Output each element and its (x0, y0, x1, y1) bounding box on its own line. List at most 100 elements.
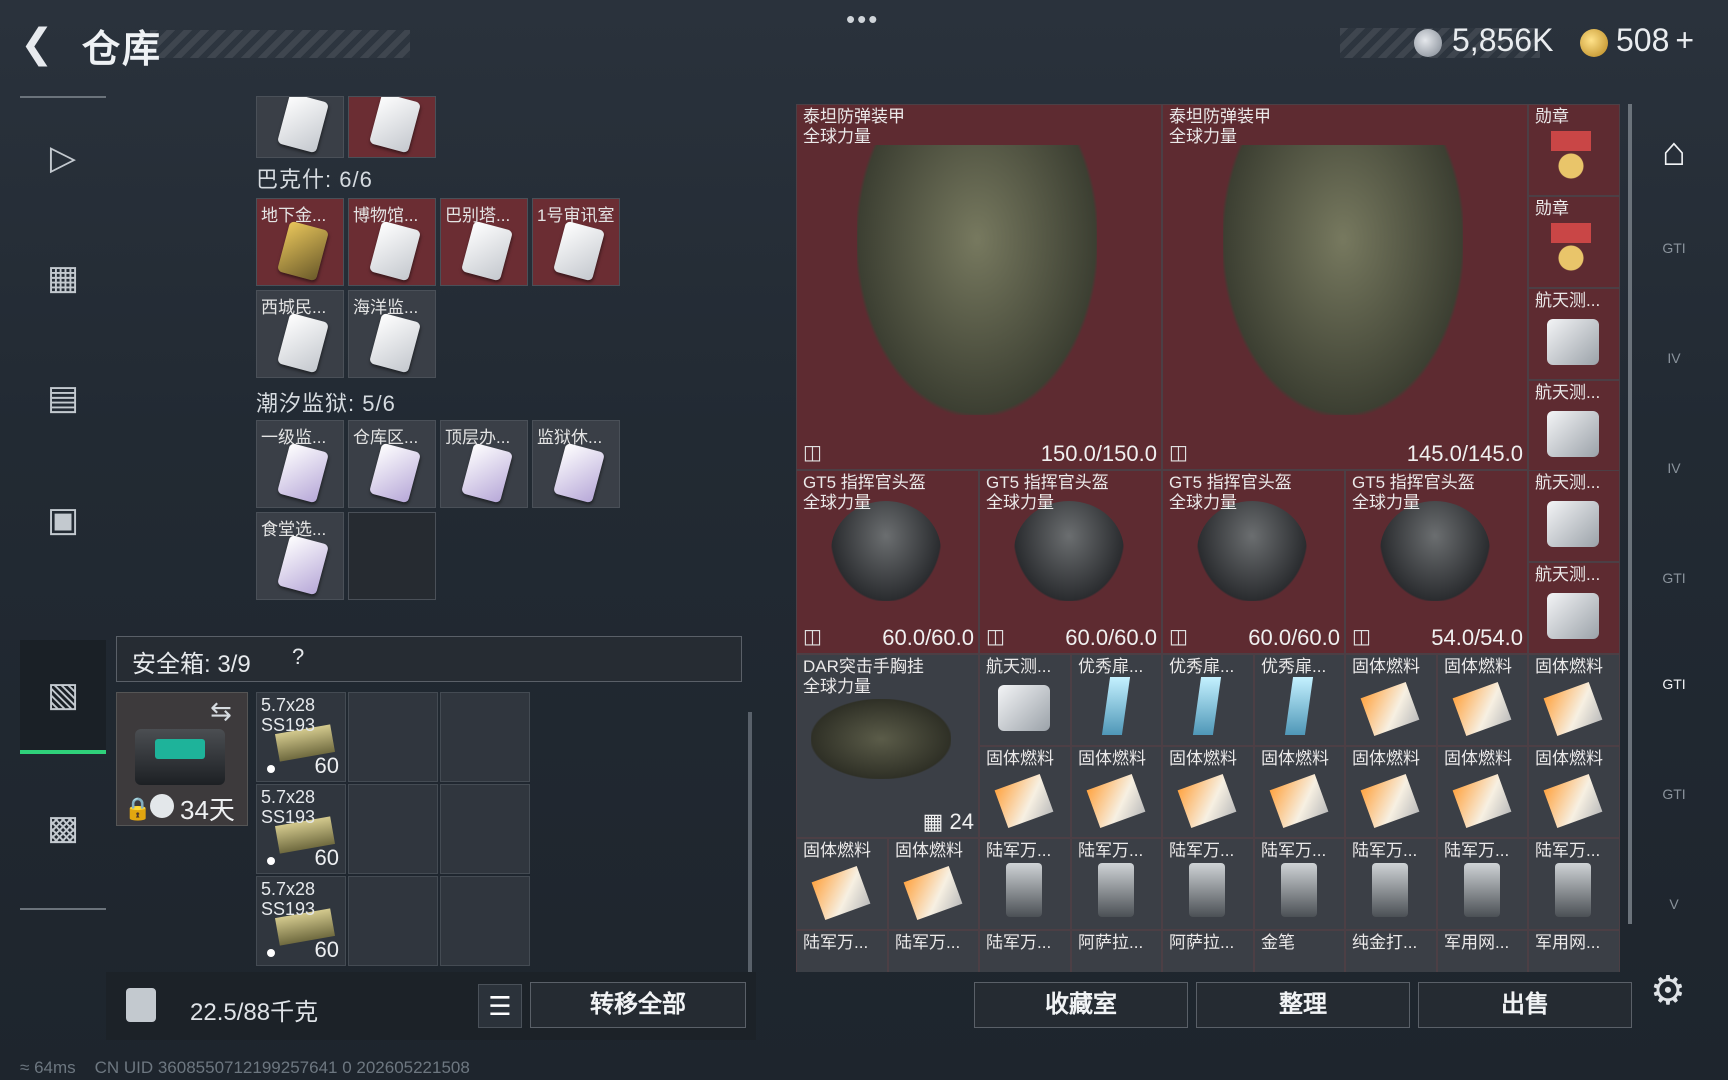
radio-item[interactable]: 陆军万... (1437, 838, 1528, 930)
key-slot[interactable]: 监狱休... (532, 420, 620, 508)
radio-item[interactable]: 陆军万... (979, 930, 1071, 972)
sell-button[interactable]: 出售 (1418, 982, 1632, 1028)
fuel-item[interactable]: 固体燃料 (1162, 746, 1254, 838)
empty-slot[interactable] (348, 692, 438, 782)
fuel-item[interactable]: 固体燃料 (1437, 654, 1528, 746)
fuel-item[interactable]: 固体燃料 (1528, 746, 1620, 838)
vest-icon[interactable]: ▦ (20, 228, 106, 328)
list-view-icon[interactable]: ☰ (478, 984, 522, 1028)
fuel-item[interactable]: 固体燃料 (1437, 746, 1528, 838)
storage-icon[interactable]: ⌂ (1644, 130, 1704, 190)
crystal-item[interactable]: 优秀扉... (1162, 654, 1254, 746)
armor-item[interactable]: 泰坦防弹装甲 全球力量 ◫ 150.0/150.0 (796, 104, 1162, 470)
gun-icon[interactable]: ▷ (20, 108, 106, 208)
backpack-icon[interactable]: ▤ (20, 348, 106, 448)
briefcase-icon[interactable]: ▩ (20, 778, 106, 878)
more-options-icon[interactable]: ••• (846, 4, 879, 35)
fuel-icon (1543, 681, 1603, 737)
helmet-item[interactable]: GT5 指挥官头盔 全球力量 ◫ 54.0/54.0 (1345, 470, 1528, 654)
fuel-item[interactable]: 固体燃料 (1345, 654, 1437, 746)
radio-item[interactable]: 陆军万... (1162, 838, 1254, 930)
swap-icon[interactable]: ⇆ (210, 696, 232, 727)
medal-item[interactable]: 勋章 (1528, 196, 1620, 288)
device-item[interactable]: 航天测... (1528, 288, 1620, 380)
radio-item[interactable]: 陆军万... (979, 838, 1071, 930)
transfer-all-button[interactable]: 转移全部 (530, 982, 746, 1028)
tab-gti-2[interactable]: GTI (1644, 570, 1704, 630)
key-slot[interactable] (348, 96, 436, 158)
collection-room-button[interactable]: 收藏室 (974, 982, 1188, 1028)
tab-v[interactable]: V (1644, 896, 1704, 956)
fuel-item[interactable]: 固体燃料 (979, 746, 1071, 838)
radio-item[interactable]: 陆军万... (1345, 838, 1437, 930)
key-slot[interactable]: 仓库区... (348, 420, 436, 508)
key-slot[interactable]: 巴别塔... (440, 198, 528, 286)
fuel-item[interactable]: 固体燃料 (1071, 746, 1162, 838)
keycard-icon (460, 442, 514, 504)
tab-gti-1[interactable]: GTI (1644, 240, 1704, 300)
radio-item[interactable]: 陆军万... (1254, 838, 1345, 930)
key-slot[interactable]: 博物馆... (348, 198, 436, 286)
sort-button[interactable]: 整理 (1196, 982, 1410, 1028)
settings-icon[interactable]: ⚙ (1650, 968, 1686, 1014)
inventory-scrollbar[interactable] (1628, 104, 1632, 924)
fuel-item[interactable]: 固体燃料 (1345, 746, 1437, 838)
key-slot[interactable] (256, 96, 344, 158)
fuel-item[interactable]: 固体燃料 (1528, 654, 1620, 746)
net-item[interactable]: 军用网... (1528, 930, 1620, 972)
helmet-item[interactable]: GT5 指挥官头盔 全球力量 ◫ 60.0/60.0 (979, 470, 1162, 654)
fuel-item[interactable]: 固体燃料 (888, 838, 979, 930)
tab-gti-3[interactable]: GTI (1644, 676, 1704, 736)
device-item[interactable]: 航天测... (1528, 562, 1620, 654)
tab-iv-1[interactable]: IV (1644, 350, 1704, 410)
help-icon[interactable]: ? (292, 644, 304, 670)
safe-icon[interactable]: ▧ (20, 640, 106, 754)
pouch-icon[interactable]: ▣ (20, 470, 106, 570)
empty-slot[interactable] (348, 876, 438, 966)
helmet-item[interactable]: GT5 指挥官头盔 全球力量 ◫ 60.0/60.0 (796, 470, 979, 654)
helmet-item[interactable]: GT5 指挥官头盔 全球力量 ◫ 60.0/60.0 (1162, 470, 1345, 654)
add-bonds-icon[interactable]: + (1675, 22, 1694, 58)
pen-item[interactable]: 金笔 (1254, 930, 1345, 972)
empty-slot[interactable] (440, 692, 530, 782)
crystal-item[interactable]: 优秀扉... (1071, 654, 1162, 746)
key-slot[interactable]: 一级监... (256, 420, 344, 508)
gold-item[interactable]: 纯金打... (1345, 930, 1437, 972)
radio-item[interactable]: 陆军万... (1528, 838, 1620, 930)
radio-item[interactable]: 陆军万... (796, 930, 888, 972)
stash-scrollbar[interactable] (748, 712, 752, 972)
empty-slot[interactable] (440, 876, 530, 966)
empty-slot[interactable] (440, 784, 530, 874)
tab-iv-2[interactable]: IV (1644, 460, 1704, 520)
chest-rig-item[interactable]: DAR突击手胸挂 全球力量 ▦ 24 (796, 654, 979, 838)
tab-gti-4[interactable]: GTI (1644, 786, 1704, 846)
key-slot[interactable]: 海洋监... (348, 290, 436, 378)
device-item[interactable]: 航天测... (1528, 380, 1620, 472)
crystal-item[interactable]: 优秀扉... (1254, 654, 1345, 746)
ammo-slot[interactable]: 5.7x28 SS193 60 (256, 784, 346, 874)
empty-slot[interactable] (348, 784, 438, 874)
collectible-item[interactable]: 阿萨拉... (1162, 930, 1254, 972)
key-slot[interactable]: 1号审讯室 (532, 198, 620, 286)
section-tidal-prison: 潮汐监狱: 5/6 (256, 391, 396, 416)
medal-item[interactable]: 勋章 (1528, 104, 1620, 196)
device-item[interactable]: 航天测... (1528, 470, 1620, 562)
radio-item[interactable]: 陆军万... (1071, 838, 1162, 930)
radio-item[interactable]: 陆军万... (888, 930, 979, 972)
no-trade-icon: ◫ (986, 626, 1005, 648)
ammo-slot[interactable]: 5.7x28 SS193 60 (256, 876, 346, 966)
empty-key-slot[interactable] (348, 512, 436, 600)
bonds-amount[interactable]: 508 + (1616, 22, 1694, 59)
net-item[interactable]: 军用网... (1437, 930, 1528, 972)
ammo-slot[interactable]: 5.7x28 SS193 60 (256, 692, 346, 782)
fuel-item[interactable]: 固体燃料 (1254, 746, 1345, 838)
fuel-item[interactable]: 固体燃料 (796, 838, 888, 930)
key-slot[interactable]: 食堂选... (256, 512, 344, 600)
armor-item[interactable]: 泰坦防弹装甲 全球力量 ◫ 145.0/145.0 (1162, 104, 1528, 470)
key-slot[interactable]: 西城民... (256, 290, 344, 378)
device-item[interactable]: 航天测... (979, 654, 1071, 746)
key-slot[interactable]: 地下金... (256, 198, 344, 286)
collectible-item[interactable]: 阿萨拉... (1071, 930, 1162, 972)
back-arrow-icon[interactable]: ❮ (20, 22, 60, 66)
key-slot[interactable]: 顶层办... (440, 420, 528, 508)
